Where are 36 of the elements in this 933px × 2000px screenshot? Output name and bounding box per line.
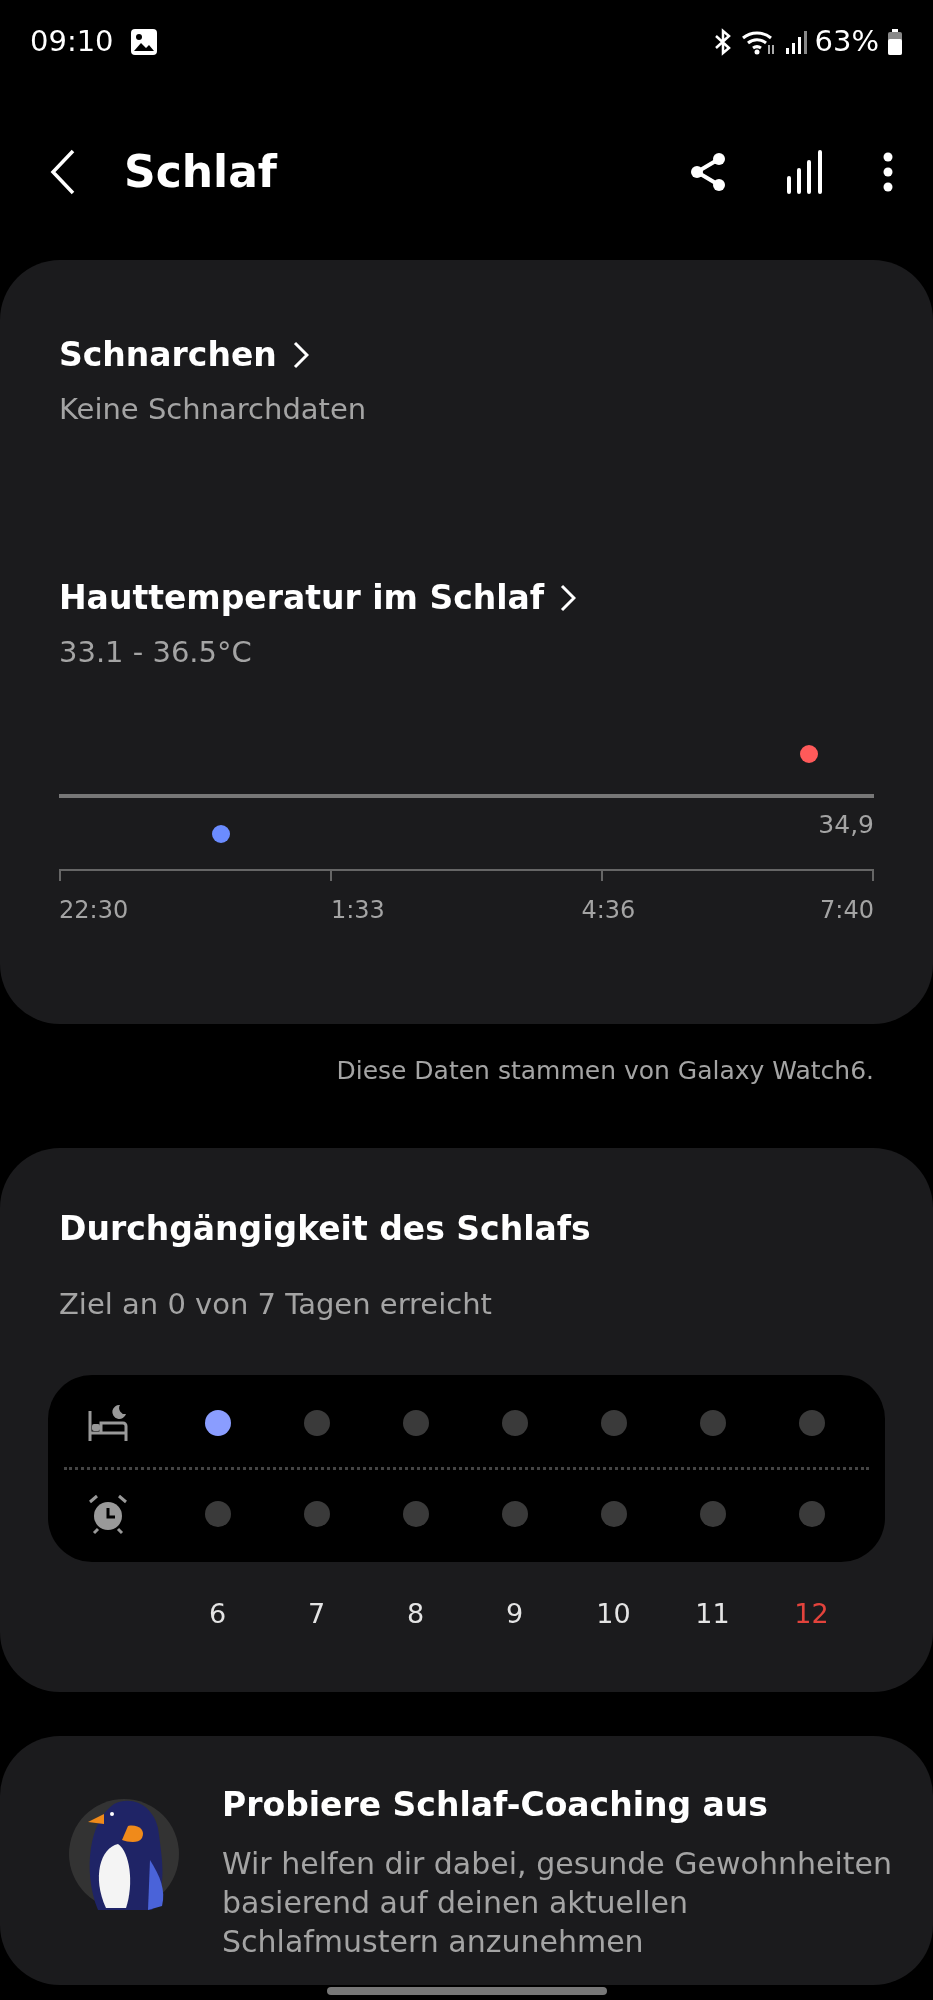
- day-label: 12: [794, 1596, 829, 1631]
- battery-percent: 63%: [814, 23, 879, 61]
- chevron-right-icon: [560, 583, 577, 612]
- day-label: 10: [596, 1596, 631, 1631]
- day-label: 6: [208, 1596, 227, 1631]
- home-indicator[interactable]: [326, 1986, 607, 1995]
- axis-label: 7:40: [820, 895, 874, 926]
- skin-temperature-link[interactable]: Hauttemperatur im Schlaf: [59, 573, 577, 623]
- more-options-icon[interactable]: [883, 152, 893, 192]
- day-label: 9: [505, 1596, 524, 1631]
- day-label: 7: [307, 1596, 326, 1631]
- axis-label: 22:30: [59, 895, 129, 926]
- chart-icon[interactable]: [785, 150, 825, 194]
- coaching-description: Wir helfen dir dabei, gesunde Gewohnheiten basierend auf deinen aktuellen Schlafmustern anzunehmen: [222, 1844, 894, 1961]
- image-notification-icon: [129, 28, 158, 56]
- alarm-clock-icon: [87, 1492, 129, 1535]
- coaching-title: Probiere Schlaf-Coaching aus: [222, 1784, 769, 1826]
- axis-label: 1:33: [330, 895, 385, 926]
- chevron-right-icon: [292, 340, 309, 369]
- day-label: 11: [695, 1596, 730, 1631]
- axis-label: 4:36: [581, 895, 636, 926]
- snoring-link[interactable]: Schnarchen: [59, 330, 309, 380]
- temperature-range: 33.1 - 36.5°C: [59, 633, 253, 671]
- day-label: 8: [406, 1596, 425, 1631]
- snoring-subtitle: Keine Schnarchdaten: [59, 390, 368, 428]
- source-note: Diese Daten stammen von Galaxy Watch6.: [336, 1055, 874, 1087]
- share-icon[interactable]: [689, 152, 727, 192]
- consistency-title: Durchgängigkeit des Schlafs: [59, 1207, 592, 1250]
- page-title: Schlaf: [124, 145, 277, 199]
- signal-icon: [784, 28, 807, 56]
- average-value: 34,9: [818, 809, 874, 841]
- back-button[interactable]: [50, 149, 76, 195]
- status-time: 09:10: [30, 23, 114, 61]
- consistency-subtitle: Ziel an 0 von 7 Tagen erreicht: [59, 1286, 493, 1323]
- bed-icon: [87, 1402, 129, 1443]
- battery-icon: [887, 28, 903, 56]
